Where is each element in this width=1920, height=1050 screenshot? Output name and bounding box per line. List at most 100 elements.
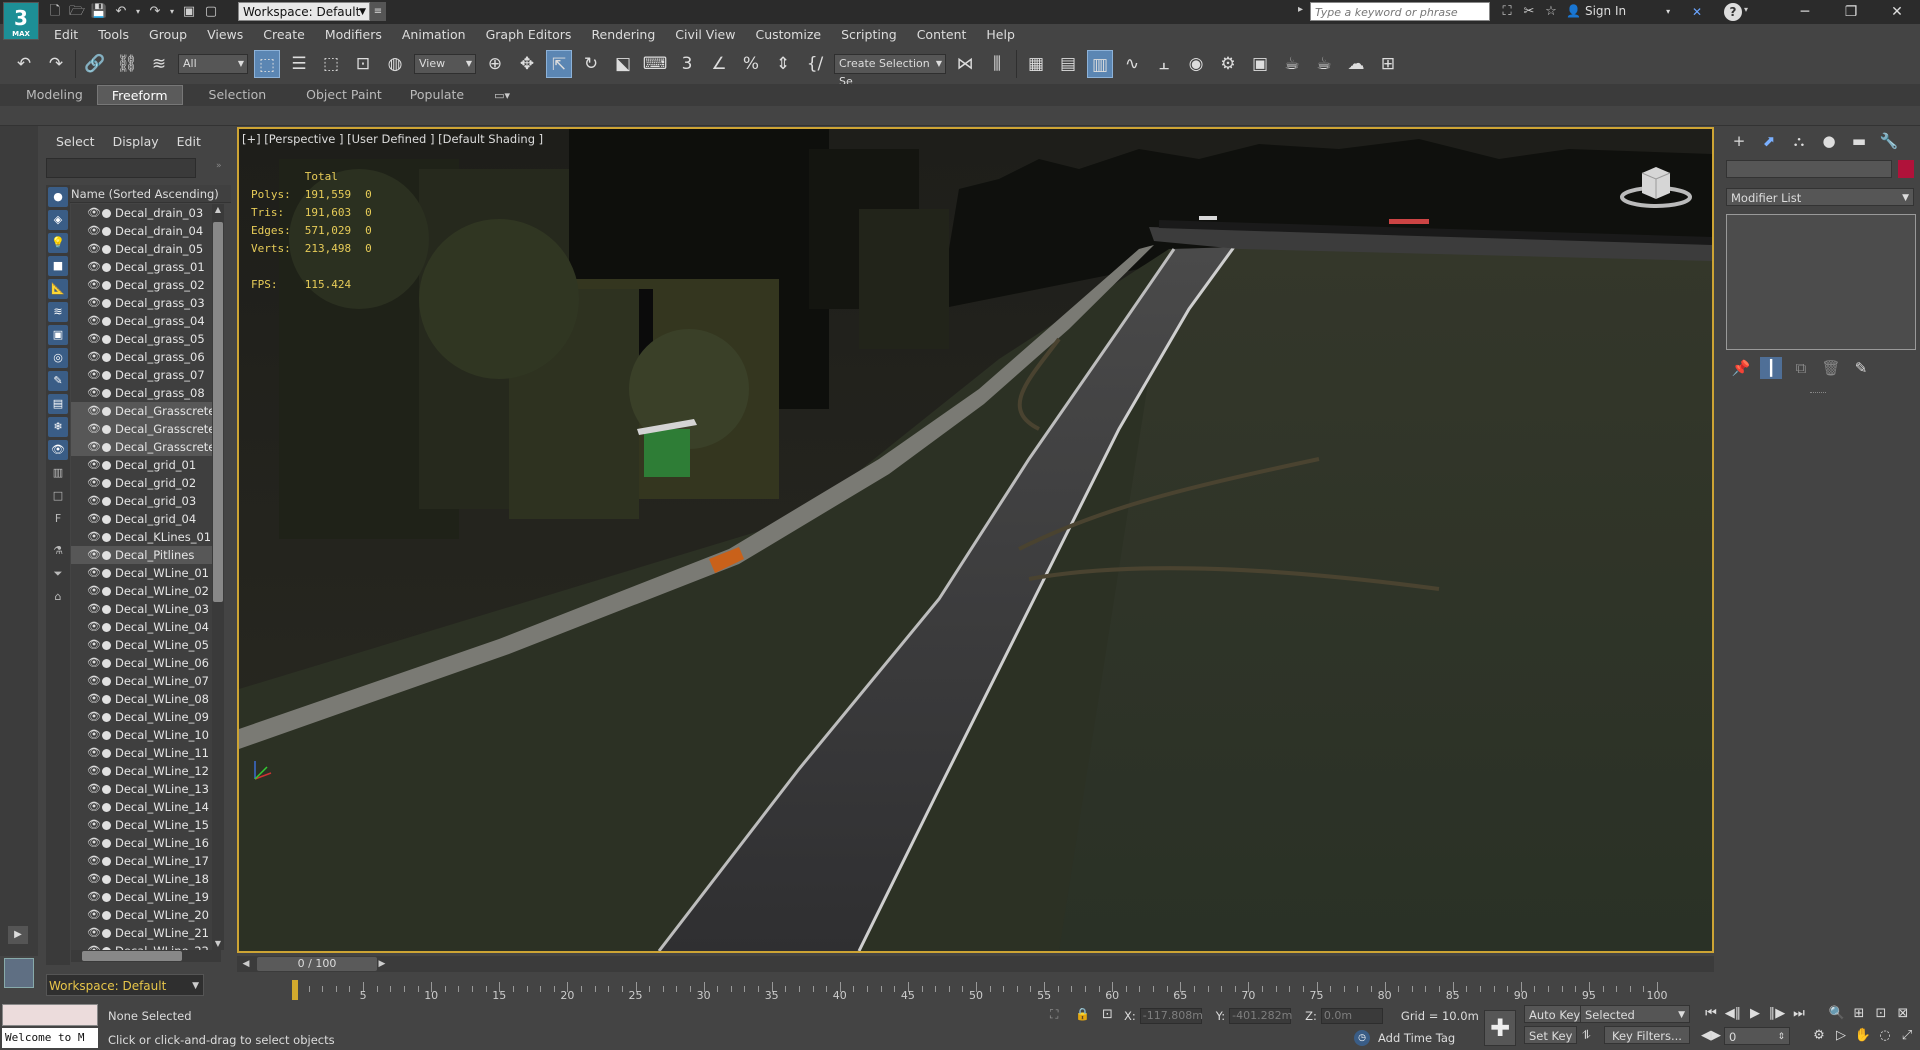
scene-list-item[interactable]: 👁 Decal_WLine_19: [71, 888, 221, 906]
scene-list-item[interactable]: 👁 Decal_grid_02: [71, 474, 221, 492]
star-icon[interactable]: ☆: [1542, 3, 1560, 21]
menu-edit[interactable]: Edit: [54, 27, 78, 42]
visibility-eye-icon[interactable]: 👁: [87, 690, 101, 708]
extra-toolbar-icon[interactable]: ⊞: [1375, 50, 1401, 78]
key-filter-icon[interactable]: ⥮: [1582, 1028, 1591, 1043]
ribbon-tab-populate[interactable]: Populate: [396, 85, 478, 105]
visibility-eye-icon[interactable]: 👁: [87, 402, 101, 420]
sign-in-button[interactable]: 👤 Sign In ▾: [1566, 2, 1670, 21]
motion-tab-icon[interactable]: ●: [1818, 130, 1840, 152]
maximize-viewport-icon[interactable]: ⤢: [1896, 1026, 1918, 1046]
scene-list-item[interactable]: 👁 Decal_WLine_22: [71, 942, 221, 950]
display-bones-icon[interactable]: ✎: [48, 371, 68, 391]
reference-coord-select[interactable]: View ▼: [414, 54, 476, 74]
viewcube[interactable]: [1616, 157, 1696, 220]
toggle-ribbon-icon[interactable]: ▤: [1055, 50, 1081, 78]
menu-civil-view[interactable]: Civil View: [675, 27, 735, 42]
app-logo[interactable]: 3 MAX: [3, 2, 39, 40]
visibility-eye-icon[interactable]: 👁: [87, 654, 101, 672]
scene-list-item[interactable]: 👁 Decal_grid_03: [71, 492, 221, 510]
object-color-swatch[interactable]: [1898, 160, 1914, 178]
visibility-eye-icon[interactable]: 👁: [87, 366, 101, 384]
rectangular-selection-icon[interactable]: ⬚: [318, 50, 344, 78]
visibility-eye-icon[interactable]: 👁: [87, 906, 101, 924]
scene-list-item[interactable]: 👁 Decal_WLine_21: [71, 924, 221, 942]
scene-list-item[interactable]: 👁 Decal_KLines_01: [71, 528, 221, 546]
display-all-icon[interactable]: ▥: [48, 463, 68, 483]
scene-list-item[interactable]: 👁 Decal_WLine_11: [71, 744, 221, 762]
visibility-eye-icon[interactable]: 👁: [87, 708, 101, 726]
rotate-icon[interactable]: ↻: [578, 50, 604, 78]
set-keys-icon[interactable]: ✚: [1484, 1010, 1516, 1046]
scene-search-input[interactable]: [46, 158, 196, 178]
timeline-cursor[interactable]: [292, 980, 298, 1000]
scene-list-item[interactable]: 👁 Decal_WLine_06: [71, 654, 221, 672]
scene-explorer-icon[interactable]: ▥: [1087, 50, 1113, 78]
visibility-eye-icon[interactable]: 👁: [87, 888, 101, 906]
material-editor-icon[interactable]: ◉: [1183, 50, 1209, 78]
curve-editor-icon[interactable]: ∿: [1119, 50, 1145, 78]
perspective-viewport[interactable]: [+] [Perspective ] [User Defined ] [Defa…: [237, 127, 1714, 953]
search-expand-icon[interactable]: ▸: [1298, 4, 1303, 15]
display-geometry-icon[interactable]: ●: [48, 187, 68, 207]
visibility-eye-icon[interactable]: 👁: [87, 636, 101, 654]
undo-icon[interactable]: ↶: [112, 3, 130, 21]
pan-icon[interactable]: ✋: [1852, 1026, 1874, 1046]
snap-toggle-icon[interactable]: 3: [674, 50, 700, 78]
dropdown-arrow-icon[interactable]: ▾: [134, 3, 142, 21]
go-to-end-icon[interactable]: ⏭: [1788, 1004, 1810, 1024]
open-file-icon[interactable]: 🗁: [68, 3, 86, 21]
add-time-tag[interactable]: ◷ Add Time Tag: [1354, 1030, 1455, 1046]
move-icon[interactable]: ✥: [514, 50, 540, 78]
restore-icon[interactable]: ❐: [1828, 0, 1874, 24]
zoom-icon[interactable]: 🔍: [1826, 1004, 1848, 1024]
set-key-button[interactable]: Set Key: [1524, 1026, 1578, 1044]
visibility-eye-icon[interactable]: 👁: [87, 744, 101, 762]
modifier-stack[interactable]: [1726, 214, 1916, 350]
menu-scripting[interactable]: Scripting: [841, 27, 897, 42]
name-column-header[interactable]: Name (Sorted Ascending): [46, 185, 231, 203]
workspace-footer-select[interactable]: Workspace: Default ▼: [46, 974, 204, 996]
scene-list-item[interactable]: 👁 Decal_grass_06: [71, 348, 221, 366]
visibility-eye-icon[interactable]: 👁: [87, 870, 101, 888]
rendered-frame-icon[interactable]: ▣: [1247, 50, 1273, 78]
scene-list-item[interactable]: 👁 Decal_grass_01: [71, 258, 221, 276]
expand-layout-icon[interactable]: ▶: [8, 926, 28, 944]
spinner-snap-icon[interactable]: ⇕: [770, 50, 796, 78]
save-file-icon[interactable]: 💾: [90, 3, 108, 21]
align-icon[interactable]: ⫼: [984, 50, 1010, 78]
named-selection-icon[interactable]: {/: [802, 50, 828, 78]
utilities-tab-icon[interactable]: 🔧: [1878, 130, 1900, 152]
current-frame-input[interactable]: 0 ⇕: [1724, 1027, 1790, 1045]
scene-list-item[interactable]: 👁 Decal_WLine_13: [71, 780, 221, 798]
visibility-eye-icon[interactable]: 👁: [87, 276, 101, 294]
zoom-all-icon[interactable]: ⊞: [1848, 1004, 1870, 1024]
keyboard-shortcut-icon[interactable]: ⌨: [642, 50, 668, 78]
pin-stack-icon[interactable]: 📌: [1730, 357, 1752, 379]
keyword-search-input[interactable]: Type a keyword or phrase: [1310, 2, 1490, 21]
select-by-name-icon[interactable]: ☰: [286, 50, 312, 78]
menu-rendering[interactable]: Rendering: [591, 27, 655, 42]
key-mode-toggle-icon[interactable]: ◀▶: [1700, 1026, 1722, 1046]
layer-icon[interactable]: ⌂: [48, 587, 68, 607]
window-icon[interactable]: ▢: [202, 3, 220, 21]
selection-set-select[interactable]: Create Selection Se ▼: [834, 54, 946, 88]
object-name-input[interactable]: [1726, 160, 1892, 178]
visibility-eye-icon[interactable]: 👁: [87, 312, 101, 330]
visibility-eye-icon[interactable]: 👁: [87, 762, 101, 780]
scene-tab-display[interactable]: Display: [113, 134, 159, 149]
menu-create[interactable]: Create: [263, 27, 305, 42]
menu-graph-editors[interactable]: Graph Editors: [486, 27, 572, 42]
visibility-eye-icon[interactable]: 👁: [87, 582, 101, 600]
scene-list-item[interactable]: 👁 Decal_Grasscrete_: [71, 438, 221, 456]
time-slider[interactable]: ◀ 0 / 100 ▶: [237, 956, 1714, 972]
scene-list-item[interactable]: 👁 Decal_WLine_01: [71, 564, 221, 582]
layer-manager-icon[interactable]: ▦: [1023, 50, 1049, 78]
display-shapes-icon[interactable]: ◈: [48, 210, 68, 230]
visibility-eye-icon[interactable]: 👁: [87, 456, 101, 474]
scale-icon[interactable]: ⬕: [610, 50, 636, 78]
previous-key-icon[interactable]: ◀∥: [1722, 1004, 1744, 1024]
display-groups-icon[interactable]: ▣: [48, 325, 68, 345]
modifier-list-select[interactable]: Modifier List ▼: [1726, 188, 1914, 206]
menu-tools[interactable]: Tools: [98, 27, 129, 42]
